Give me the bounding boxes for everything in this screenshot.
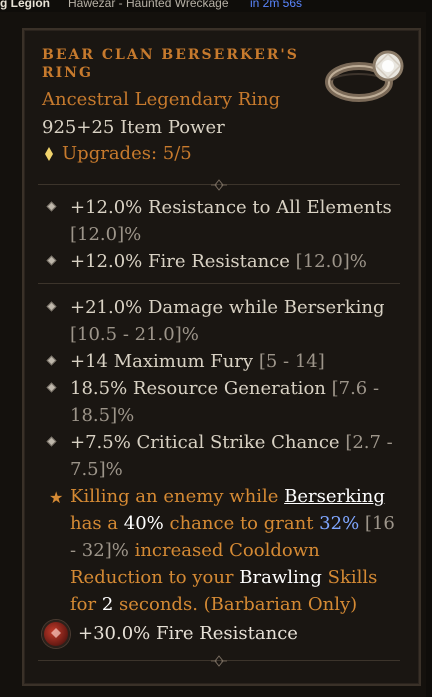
legendary-text-6: seconds. — [119, 594, 198, 615]
legendary-chance: 40% — [123, 513, 164, 534]
star-icon: ★ — [49, 488, 64, 507]
legendary-class-note: (Barbarian Only) — [203, 594, 358, 615]
diamond-bullet-icon — [46, 301, 57, 312]
divider-bottom — [38, 652, 400, 670]
affix-text: 18.5% Resource Generation — [70, 378, 326, 399]
item-name-line-2: RING — [42, 65, 93, 81]
affix-resource-generation: 18.5% Resource Generation [7.6 - 18.5]% — [42, 375, 402, 429]
legendary-effect: ★ Killing an enemy while Berserking has … — [42, 483, 402, 618]
top-hud-strip: g Legion Hawezar - Haunted Wreckage in 2… — [0, 0, 432, 12]
affix-text: +21.0% Damage while Berserking — [70, 297, 385, 318]
affix-damage-berserking: +21.0% Damage while Berserking [10.5 - 2… — [42, 294, 402, 348]
right-edge-shadow — [426, 0, 432, 697]
affix-text: +14 Maximum Fury — [70, 351, 254, 372]
diamond-bullet-icon — [46, 201, 57, 212]
affix-range: [12.0]% — [70, 224, 142, 245]
ruby-gem-icon — [42, 620, 70, 648]
divider-ornament-icon — [211, 655, 227, 667]
item-name: BEAR CLAN BERSERKER'S RING — [42, 46, 312, 82]
affix-range: [10.5 - 21.0]% — [70, 324, 199, 345]
item-tooltip: BEAR CLAN BERSERKER'S RING Ancestral Leg… — [22, 28, 421, 686]
legendary-duration: 2 — [101, 594, 114, 615]
affix-crit-chance: +7.5% Critical Strike Chance [2.7 - 7.5]… — [42, 429, 402, 483]
affix-text: +12.0% Resistance to All Elements — [70, 197, 392, 218]
diamond-bullet-icon — [46, 355, 57, 366]
legendary-skill: Brawling — [239, 567, 322, 588]
affix-resist-all: +12.0% Resistance to All Elements [12.0]… — [42, 194, 402, 248]
item-power: 925+25 Item Power — [42, 117, 225, 138]
affixes-section-2: +21.0% Damage while Berserking [10.5 - 2… — [42, 294, 402, 618]
legendary-text-2: has a — [70, 513, 119, 534]
legendary-berserking-link[interactable]: Berserking — [284, 486, 385, 507]
hud-location-text: Hawezar - Haunted Wreckage — [68, 0, 229, 10]
hud-left-text: g Legion — [0, 0, 50, 10]
socket-text: +30.0% Fire Resistance — [78, 623, 298, 644]
hud-timer-text: in 2m 56s — [250, 0, 303, 10]
affix-range: [12.0]% — [295, 251, 367, 272]
socket-row: +30.0% Fire Resistance — [42, 620, 402, 648]
item-type: Ancestral Legendary Ring — [42, 89, 281, 110]
upgrades-text: Upgrades: 5/5 — [62, 143, 192, 164]
affix-range: [5 - 14] — [258, 351, 325, 372]
affix-fire-resist: +12.0% Fire Resistance [12.0]% — [42, 248, 402, 275]
legendary-text-3: chance to grant — [169, 513, 314, 534]
legendary-text-1: Killing an enemy while — [70, 486, 279, 507]
legendary-value: 32% — [319, 513, 360, 534]
affixes-section-1: +12.0% Resistance to All Elements [12.0]… — [42, 194, 402, 275]
affix-max-fury: +14 Maximum Fury [5 - 14] — [42, 348, 402, 375]
tooltip-header: BEAR CLAN BERSERKER'S RING Ancestral Leg… — [42, 46, 312, 165]
affix-text: +7.5% Critical Strike Chance — [70, 432, 340, 453]
affix-text: +12.0% Fire Resistance — [70, 251, 290, 272]
diamond-bullet-icon — [46, 255, 57, 266]
diamond-bullet-icon — [46, 382, 57, 393]
divider-1 — [38, 176, 400, 194]
item-upgrades: Upgrades: 5/5 — [42, 143, 312, 165]
item-name-line-1: BEAR CLAN BERSERKER'S — [42, 47, 299, 63]
divider-line — [38, 283, 400, 284]
ring-icon — [325, 50, 404, 102]
diamond-bullet-icon — [46, 436, 57, 447]
divider-2 — [38, 275, 400, 293]
divider-ornament-icon — [211, 179, 227, 191]
spark-icon — [42, 147, 56, 161]
